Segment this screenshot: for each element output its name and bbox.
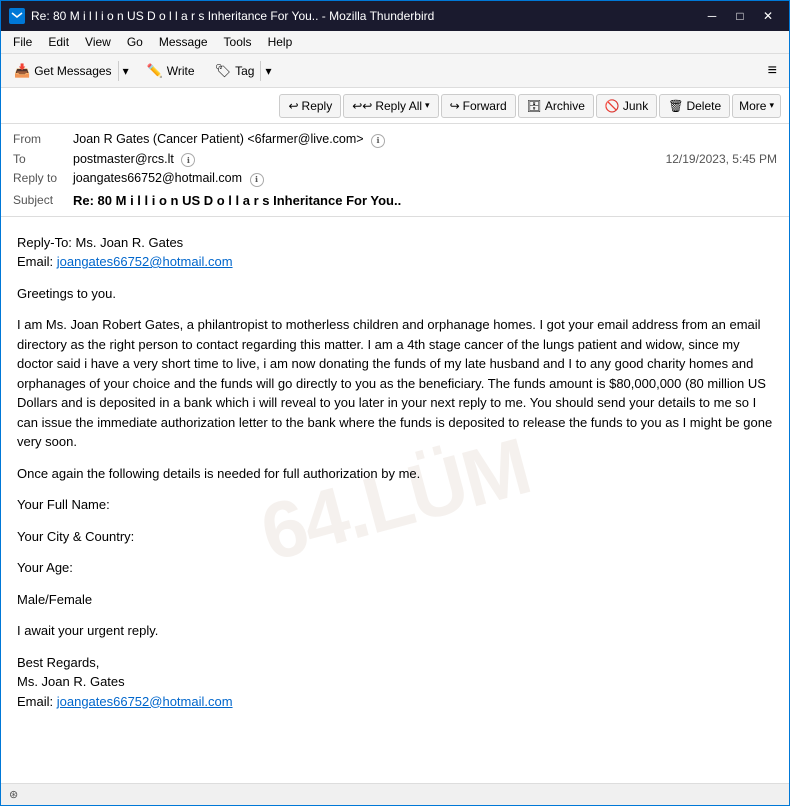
write-label: Write: [167, 64, 195, 78]
delete-button[interactable]: 🗑 Delete: [659, 94, 730, 118]
from-row: From Joan R Gates (Cancer Patient) <6far…: [13, 130, 777, 150]
junk-label: Junk: [623, 99, 648, 113]
window-controls: ─ □ ✕: [699, 7, 781, 25]
email-body: 64.LÜM Reply-To: Ms. Joan R. Gates Email…: [1, 217, 789, 784]
age-field: Your Age:: [17, 558, 773, 578]
get-messages-label: Get Messages: [34, 64, 111, 78]
subject-value: Re: 80 M i l l i o n US D o l l a r s In…: [73, 193, 777, 208]
reply-to-line: Reply-To: Ms. Joan R. Gates Email: joang…: [17, 233, 773, 272]
get-messages-arrow[interactable]: ▾: [118, 61, 133, 81]
status-icon: ⊛: [9, 788, 18, 801]
menu-view[interactable]: View: [77, 33, 119, 51]
email-label: Email:: [17, 254, 57, 269]
forward-icon: ↪: [450, 99, 460, 113]
greeting: Greetings to you.: [17, 284, 773, 304]
title-bar: Re: 80 M i l l i o n US D o l l a r s In…: [1, 1, 789, 31]
menu-edit[interactable]: Edit: [40, 33, 77, 51]
main-window: Re: 80 M i l l i o n US D o l l a r s In…: [0, 0, 790, 806]
email-content: Reply-To: Ms. Joan R. Gates Email: joang…: [17, 233, 773, 712]
signature-name: Ms. Joan R. Gates: [17, 674, 125, 689]
junk-icon: 🚫: [605, 99, 620, 113]
forward-button[interactable]: ↪ Forward: [441, 94, 516, 118]
more-button[interactable]: More ▾: [732, 94, 781, 118]
delete-icon: 🗑: [668, 99, 683, 113]
reply-label: Reply: [302, 99, 333, 113]
reply-to-row: Reply to joangates66752@hotmail.com ℹ: [13, 169, 777, 189]
to-row: To postmaster@rcs.lt ℹ 12/19/2023, 5:45 …: [13, 150, 777, 170]
reply-all-label: Reply All: [375, 99, 422, 113]
subject-label: Subject: [13, 193, 73, 207]
tag-label: Tag: [235, 64, 254, 78]
to-contact-icon[interactable]: ℹ: [181, 153, 195, 167]
archive-icon: 🗄: [527, 99, 542, 113]
tag-icon: 🏷: [215, 63, 232, 79]
urgent-reply: I await your urgent reply.: [17, 621, 773, 641]
regards: Best Regards, Ms. Joan R. Gates Email: j…: [17, 653, 773, 712]
city-country-field: Your City & Country:: [17, 527, 773, 547]
menu-bar: File Edit View Go Message Tools Help: [1, 31, 789, 54]
junk-button[interactable]: 🚫 Junk: [596, 94, 657, 118]
minimize-button[interactable]: ─: [699, 7, 725, 25]
to-label: To: [13, 152, 73, 166]
window-title: Re: 80 M i l l i o n US D o l l a r s In…: [31, 9, 699, 23]
reply-icon: ↩: [288, 99, 298, 113]
close-button[interactable]: ✕: [755, 7, 781, 25]
maximize-button[interactable]: □: [727, 7, 753, 25]
get-messages-dropdown[interactable]: 📥 Get Messages ▾: [7, 59, 134, 83]
reply-all-arrow[interactable]: ▾: [425, 100, 430, 111]
reply-to-value: joangates66752@hotmail.com ℹ: [73, 171, 777, 187]
tag-dropdown[interactable]: 🏷 Tag ▾: [208, 59, 277, 83]
signature-email-label: Email:: [17, 694, 57, 709]
reply-button[interactable]: ↩ Reply: [279, 94, 341, 118]
to-value: postmaster@rcs.lt ℹ: [73, 152, 666, 168]
menu-message[interactable]: Message: [151, 33, 216, 51]
menu-help[interactable]: Help: [260, 33, 301, 51]
signature-email-link[interactable]: joangates66752@hotmail.com: [57, 694, 233, 709]
main-toolbar: 📥 Get Messages ▾ ✏️ Write 🏷 Tag ▾ ≡: [1, 54, 789, 88]
subject-row: Subject Re: 80 M i l l i o n US D o l l …: [13, 189, 777, 210]
get-messages-icon: 📥: [14, 63, 30, 79]
body-paragraph2: Once again the following details is need…: [17, 464, 773, 484]
from-address: Joan R Gates (Cancer Patient) <6farmer@l…: [73, 132, 364, 146]
from-contact-icon[interactable]: ℹ: [371, 134, 385, 148]
reply-all-button[interactable]: ↩↩ Reply All ▾: [343, 94, 438, 118]
reply-all-icon: ↩↩: [352, 99, 372, 113]
reply-to-label: Reply to: [13, 171, 73, 185]
tag-arrow[interactable]: ▾: [260, 61, 275, 81]
archive-button[interactable]: 🗄 Archive: [518, 94, 594, 118]
status-bar: ⊛: [1, 783, 789, 805]
delete-label: Delete: [686, 99, 721, 113]
archive-label: Archive: [545, 99, 585, 113]
email-date: 12/19/2023, 5:45 PM: [666, 152, 777, 166]
menu-file[interactable]: File: [5, 33, 40, 51]
more-label: More: [739, 99, 766, 113]
more-arrow: ▾: [769, 100, 774, 111]
full-name-field: Your Full Name:: [17, 495, 773, 515]
header-email-link[interactable]: joangates66752@hotmail.com: [57, 254, 233, 269]
hamburger-button[interactable]: ≡: [762, 59, 783, 83]
reply-to-contact-icon[interactable]: ℹ: [250, 173, 264, 187]
menu-tools[interactable]: Tools: [216, 33, 260, 51]
reply-to-address: joangates66752@hotmail.com: [73, 171, 242, 185]
from-label: From: [13, 132, 73, 146]
to-address: postmaster@rcs.lt: [73, 152, 174, 166]
body-paragraph1: I am Ms. Joan Robert Gates, a philantrop…: [17, 315, 773, 452]
menu-go[interactable]: Go: [119, 33, 151, 51]
write-button[interactable]: ✏️ Write: [138, 59, 204, 83]
email-header: From Joan R Gates (Cancer Patient) <6far…: [1, 124, 789, 217]
gender-field: Male/Female: [17, 590, 773, 610]
write-icon: ✏️: [147, 63, 163, 79]
from-value: Joan R Gates (Cancer Patient) <6farmer@l…: [73, 132, 777, 148]
forward-label: Forward: [463, 99, 507, 113]
action-toolbar: ↩ Reply ↩↩ Reply All ▾ ↪ Forward 🗄 Archi…: [1, 88, 789, 124]
app-icon: [9, 8, 25, 24]
